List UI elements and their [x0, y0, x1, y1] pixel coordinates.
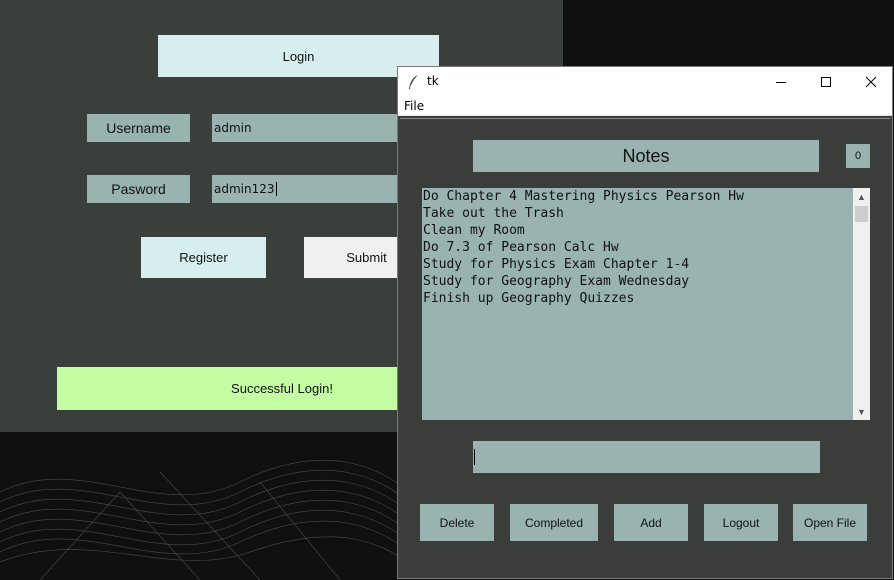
close-icon — [865, 76, 877, 87]
list-item[interactable]: Clean my Room — [422, 222, 853, 239]
scrollbar-thumb[interactable] — [855, 206, 868, 222]
username-label: Username — [87, 114, 190, 142]
scroll-up-icon[interactable]: ▲ — [853, 188, 870, 205]
register-button[interactable]: Register — [141, 237, 266, 278]
list-item[interactable]: Finish up Geography Quizzes — [422, 290, 853, 307]
scroll-down-icon[interactable]: ▼ — [853, 403, 870, 420]
list-item[interactable]: Take out the Trash — [422, 205, 853, 222]
completed-button[interactable]: Completed — [510, 504, 598, 541]
window-titlebar[interactable]: tk — [398, 67, 892, 96]
list-item[interactable]: Study for Geography Exam Wednesday — [422, 273, 853, 290]
notes-scrollbar[interactable]: ▲ ▼ — [853, 188, 870, 420]
notes-listbox[interactable]: Do Chapter 4 Mastering Physics Pearson H… — [422, 188, 853, 420]
notes-window: tk File Notes 0 Do Chapter 4 Mastering P… — [397, 66, 893, 579]
username-value: admin — [214, 121, 252, 135]
window-title: tk — [427, 74, 439, 88]
delete-button[interactable]: Delete — [420, 504, 494, 541]
list-item[interactable]: Study for Physics Exam Chapter 1-4 — [422, 256, 853, 273]
open-file-button[interactable]: Open File — [793, 504, 867, 541]
feather-icon — [409, 74, 419, 89]
text-caret — [275, 182, 277, 196]
menubar: File — [398, 96, 892, 116]
list-item[interactable]: Do 7.3 of Pearson Calc Hw — [422, 239, 853, 256]
maximize-button[interactable] — [803, 67, 849, 96]
password-label: Pasword — [87, 175, 190, 203]
list-item[interactable]: Do Chapter 4 Mastering Physics Pearson H… — [422, 188, 853, 205]
maximize-icon — [821, 76, 831, 87]
password-field[interactable]: admin123 — [212, 175, 412, 203]
menu-file[interactable]: File — [404, 99, 424, 113]
minimize-button[interactable] — [758, 67, 804, 96]
notes-header-label: Notes — [473, 140, 819, 172]
new-note-input[interactable] — [473, 441, 820, 473]
text-caret — [474, 449, 475, 465]
notes-count-badge: 0 — [846, 144, 870, 168]
wallpaper-wave-pattern — [0, 459, 420, 580]
password-value: admin123 — [214, 182, 275, 196]
logout-button[interactable]: Logout — [704, 504, 778, 541]
add-button[interactable]: Add — [614, 504, 688, 541]
minimize-icon — [776, 81, 786, 83]
close-button[interactable] — [848, 67, 894, 96]
username-field[interactable]: admin — [212, 114, 412, 142]
